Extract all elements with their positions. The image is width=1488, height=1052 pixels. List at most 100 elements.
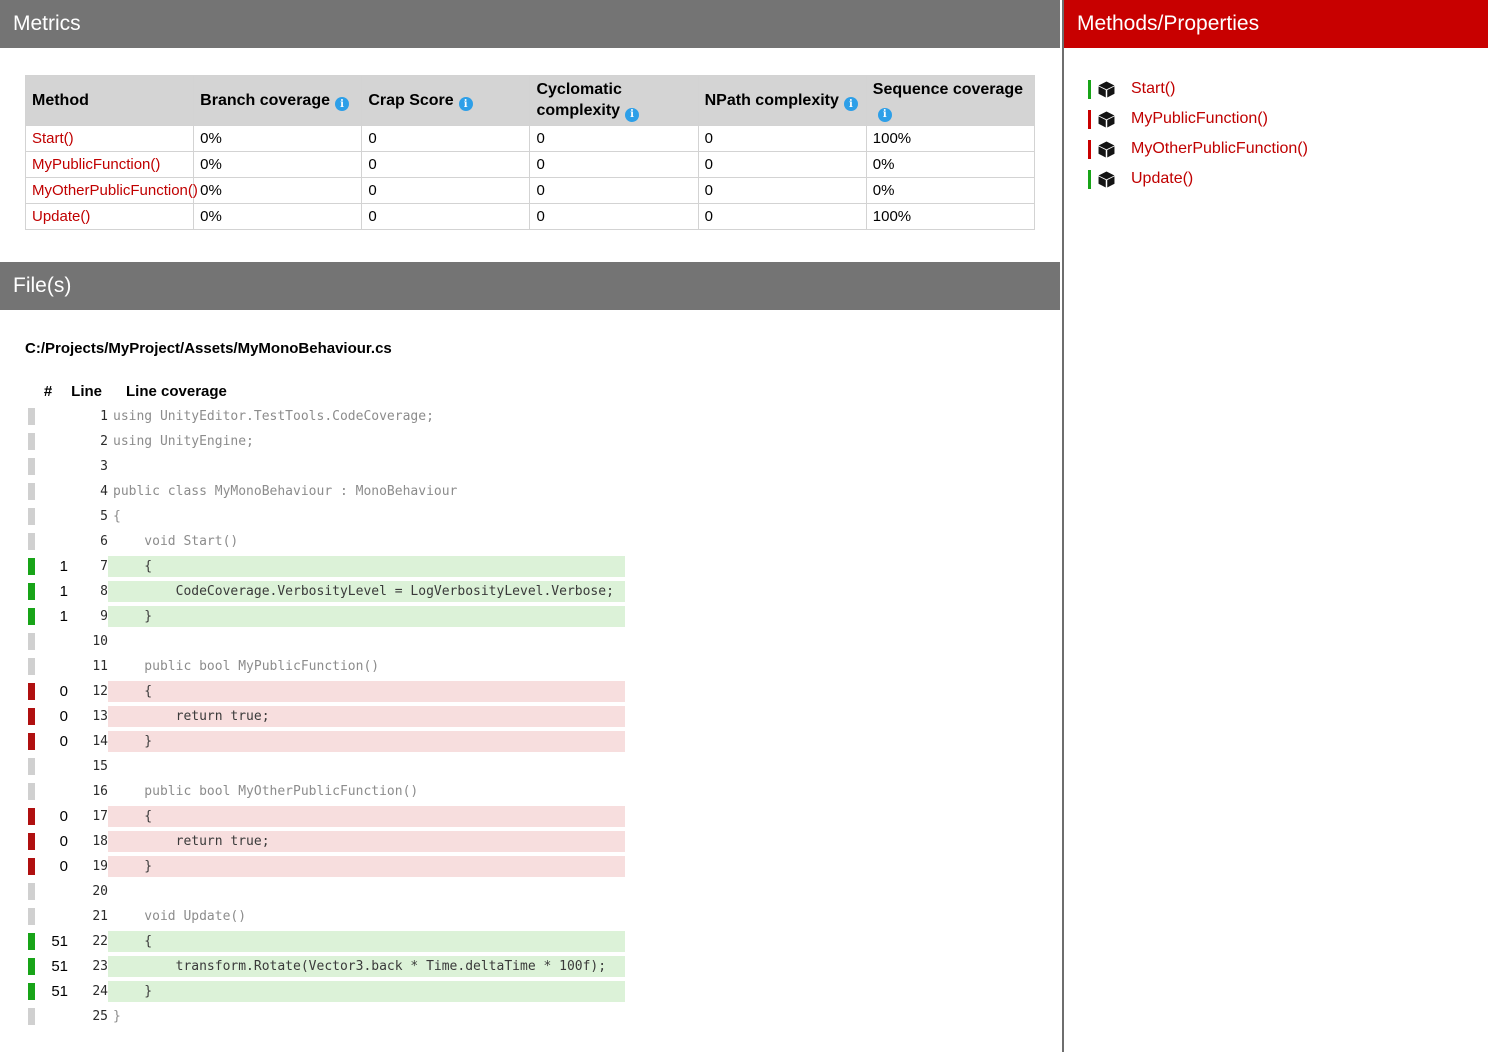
metrics-column-header: Method (26, 76, 194, 126)
metric-value-cell: 0 (362, 151, 530, 177)
indicator-cell (28, 954, 38, 979)
hit-count (38, 1004, 68, 1029)
metric-value-cell: 0% (866, 151, 1034, 177)
code-line-row: 6 void Start() (28, 529, 638, 554)
code-text: return true; (108, 706, 625, 727)
metrics-title: Metrics (13, 12, 81, 36)
metric-value-cell: 0% (194, 151, 362, 177)
metrics-column-label: Method (32, 92, 89, 109)
method-cube-icon (1098, 111, 1123, 128)
info-icon[interactable]: i (335, 97, 349, 111)
info-icon[interactable]: i (459, 97, 473, 111)
sidebar-method-link[interactable]: Start() (1131, 80, 1175, 98)
indicator-cell (28, 604, 38, 629)
hit-count: 51 (38, 929, 68, 954)
sidebar-method-item[interactable]: Start() (1088, 74, 1488, 104)
metrics-column-label: Cyclomatic complexity (536, 81, 621, 119)
metric-value-cell: 0 (698, 177, 866, 203)
line-number: 17 (68, 804, 108, 829)
code-text: using UnityEngine; (108, 431, 625, 452)
metric-value-cell: 0 (362, 125, 530, 151)
metrics-row: Update()0%000100% (26, 203, 1035, 229)
code-cell: using UnityEngine; (108, 429, 638, 454)
coverage-indicator-bar (28, 558, 35, 575)
code-cell: { (108, 679, 638, 704)
hit-count (38, 454, 68, 479)
code-line-row: 012 { (28, 679, 638, 704)
code-text (108, 756, 625, 777)
sidebar-method-item[interactable]: MyOtherPublicFunction() (1088, 134, 1488, 164)
code-cell: return true; (108, 829, 638, 854)
method-link[interactable]: Start() (32, 130, 74, 147)
code-line-row: 018 return true; (28, 829, 638, 854)
method-cell: MyPublicFunction() (26, 151, 194, 177)
indicator-cell (28, 529, 38, 554)
code-cell (108, 454, 638, 479)
code-line-row: 5{ (28, 504, 638, 529)
code-cell: { (108, 804, 638, 829)
hit-count: 0 (38, 704, 68, 729)
code-cell: using UnityEditor.TestTools.CodeCoverage… (108, 404, 638, 429)
metrics-table-header-row: MethodBranch coverageiCrap ScoreiCycloma… (26, 76, 1035, 126)
code-text: } (108, 606, 625, 627)
code-line-row: 019 } (28, 854, 638, 879)
line-number: 20 (68, 879, 108, 904)
code-text: { (108, 806, 625, 827)
code-text: } (108, 981, 625, 1002)
coverage-indicator-bar (28, 958, 35, 975)
hit-count: 1 (38, 554, 68, 579)
method-list: Start() MyPublicFunction() MyOtherPublicFu… (1064, 48, 1488, 194)
code-line-row: 11 public bool MyPublicFunction() (28, 654, 638, 679)
line-number: 25 (68, 1004, 108, 1029)
coverage-indicator-bar (28, 483, 35, 500)
metric-value-cell: 0 (362, 203, 530, 229)
line-number: 4 (68, 479, 108, 504)
metric-value-cell: 0 (698, 151, 866, 177)
line-number: 22 (68, 929, 108, 954)
method-link[interactable]: MyPublicFunction() (32, 156, 160, 173)
code-line-row: 014 } (28, 729, 638, 754)
code-text: { (108, 931, 625, 952)
code-text (108, 456, 625, 477)
sidebar-method-item[interactable]: MyPublicFunction() (1088, 104, 1488, 134)
code-line-row: 20 (28, 879, 638, 904)
info-icon[interactable]: i (844, 97, 858, 111)
info-icon[interactable]: i (878, 108, 892, 122)
indicator-cell (28, 729, 38, 754)
code-cell: public bool MyOtherPublicFunction() (108, 779, 638, 804)
line-number: 1 (68, 404, 108, 429)
line-number: 5 (68, 504, 108, 529)
methods-sidebar-title: Methods/Properties (1077, 12, 1259, 36)
info-icon[interactable]: i (625, 108, 639, 122)
indicator-cell (28, 829, 38, 854)
indicator-cell (28, 504, 38, 529)
method-link[interactable]: Update() (32, 208, 90, 225)
method-link[interactable]: MyOtherPublicFunction() (32, 182, 198, 199)
line-number: 12 (68, 679, 108, 704)
sidebar-method-link[interactable]: MyOtherPublicFunction() (1131, 140, 1308, 158)
hit-count: 0 (38, 804, 68, 829)
code-text: return true; (108, 831, 625, 852)
hit-count (38, 404, 68, 429)
code-line-row: 18 CodeCoverage.VerbosityLevel = LogVerb… (28, 579, 638, 604)
sidebar-method-item[interactable]: Update() (1088, 164, 1488, 194)
sidebar-method-link[interactable]: Update() (1131, 170, 1193, 188)
code-text: } (108, 731, 625, 752)
method-cube-icon (1098, 81, 1123, 98)
code-text: void Start() (108, 531, 625, 552)
hit-count (38, 879, 68, 904)
sidebar-method-link[interactable]: MyPublicFunction() (1131, 110, 1268, 128)
method-cell: Update() (26, 203, 194, 229)
code-cell (108, 754, 638, 779)
metric-value-cell: 0 (530, 125, 698, 151)
code-line-row: 5122 { (28, 929, 638, 954)
coverage-indicator-bar (28, 508, 35, 525)
metrics-column-header: Crap Scorei (362, 76, 530, 126)
coverage-indicator-bar (28, 633, 35, 650)
code-cell: transform.Rotate(Vector3.back * Time.del… (108, 954, 638, 979)
line-number: 6 (68, 529, 108, 554)
metric-value-cell: 0 (530, 151, 698, 177)
indicator-cell (28, 904, 38, 929)
code-line-row: 17 { (28, 554, 638, 579)
code-text: public bool MyPublicFunction() (108, 656, 625, 677)
